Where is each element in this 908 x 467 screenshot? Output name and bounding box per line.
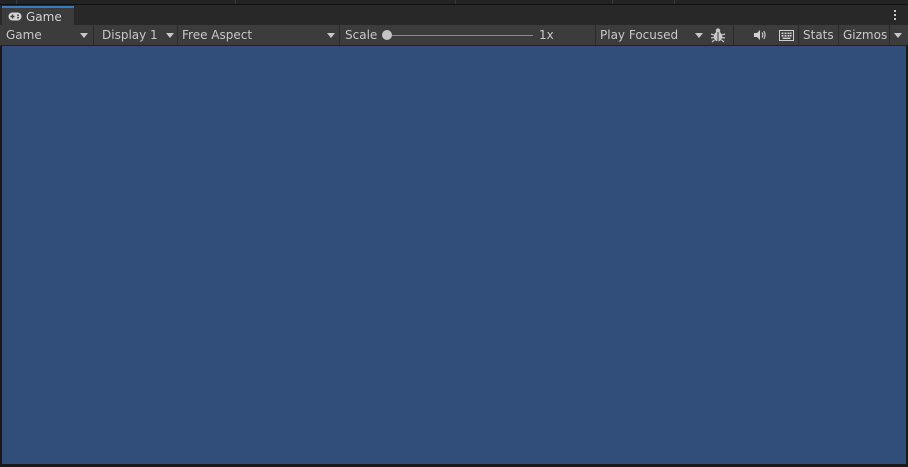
stats-label: Stats	[803, 28, 834, 42]
display-chevron-down-icon[interactable]	[166, 33, 174, 38]
keyboard-shortcuts-keyboard-icon[interactable]	[779, 25, 794, 45]
aspect-chevron-down-icon[interactable]	[327, 33, 335, 38]
mute-audio-speaker-icon[interactable]	[753, 25, 767, 45]
scale-value: 1x	[539, 28, 554, 42]
tab-game[interactable]: Game	[2, 6, 74, 25]
view-mode-dropdown[interactable]: Game	[6, 25, 42, 45]
frame-debugger-bug-icon[interactable]	[710, 25, 726, 45]
play-mode-dropdown[interactable]: Play Focused	[600, 25, 678, 45]
scale-label: Scale	[345, 28, 378, 42]
gamepad-icon	[8, 12, 22, 21]
scale-slider-track[interactable]	[385, 35, 533, 36]
scale-slider-handle[interactable]	[382, 30, 392, 40]
view-mode-label: Game	[6, 28, 42, 42]
more-options-icon[interactable]	[890, 8, 900, 22]
aspect-dropdown[interactable]: Free Aspect	[182, 25, 252, 45]
play-mode-chevron-down-icon[interactable]	[695, 33, 703, 38]
game-toolbar: Game Display 1 Free Aspect Scale 1x Play…	[0, 25, 908, 46]
gizmos-button[interactable]: Gizmos	[843, 25, 887, 45]
tab-bar: Game	[0, 5, 908, 25]
play-mode-label: Play Focused	[600, 28, 679, 42]
display-label: Display 1	[102, 28, 158, 42]
gizmos-label: Gizmos	[843, 28, 888, 42]
display-dropdown[interactable]: Display 1	[102, 25, 158, 45]
game-viewport[interactable]	[2, 46, 906, 464]
stats-button[interactable]: Stats	[803, 25, 834, 45]
gizmos-chevron-down-icon[interactable]	[894, 33, 902, 38]
game-window: Game Game Display 1 Free Aspect Scale 1x	[0, 0, 908, 467]
tab-game-label: Game	[26, 9, 62, 24]
aspect-label: Free Aspect	[182, 28, 253, 42]
view-mode-chevron-down-icon[interactable]	[80, 33, 88, 38]
